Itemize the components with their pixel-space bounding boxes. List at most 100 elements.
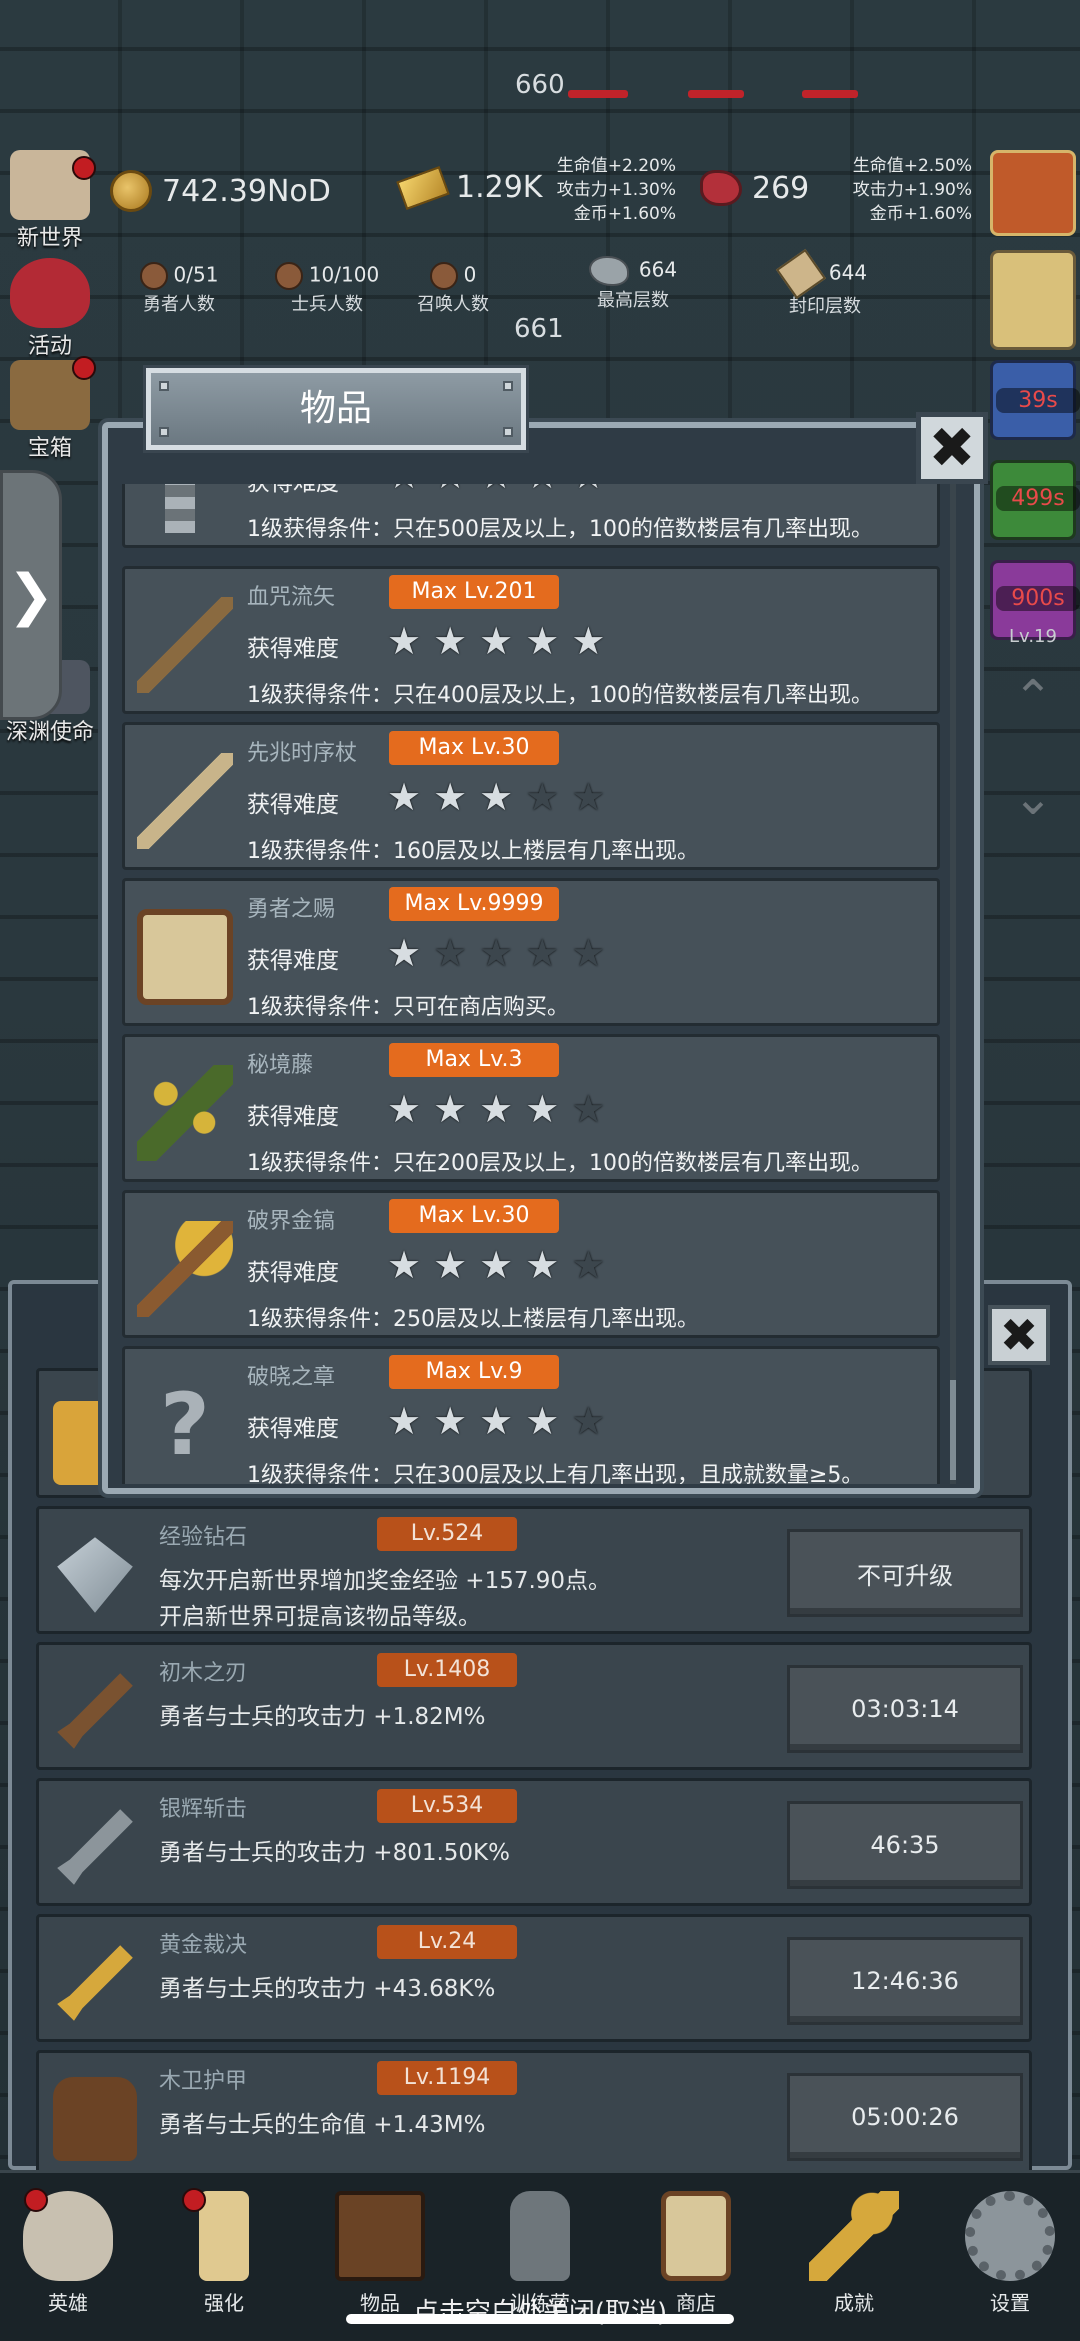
scroll-up-icon[interactable]: ⌃: [990, 670, 1076, 730]
diamond-icon: [57, 1537, 133, 1613]
bonus-coin: 金币+1.60%: [869, 204, 972, 224]
item-name: 血咒流矢: [247, 585, 336, 610]
meat-icon: [700, 170, 742, 206]
meat-value: 269: [752, 170, 810, 206]
upgrade-level-badge: Lv.1194: [377, 2061, 517, 2095]
upgrade-level-badge: Lv.1408: [377, 1653, 517, 1687]
game-screen: { "hud": { "boss_hp": "660", "currencies…: [0, 0, 1080, 2341]
upgrade-name: 初木之刃: [159, 1661, 248, 1686]
wood-sword-icon: [57, 1673, 133, 1749]
key-icon: [809, 2191, 899, 2281]
star-icon: ★: [479, 1399, 514, 1443]
upgrade-name: 银辉斩击: [159, 1797, 248, 1822]
star-icon: ★: [479, 931, 514, 975]
item-name: 破界金镐: [247, 1209, 336, 1234]
upgrade-panel-close-button[interactable]: ✖: [988, 1305, 1050, 1365]
buff-timer: 39s: [996, 388, 1080, 413]
item-max-level-badge: Max Lv.9: [389, 1355, 559, 1389]
rivet-icon: [503, 381, 513, 391]
item-max-level-badge: Max Lv.30: [389, 731, 559, 765]
upgrade-desc: 勇者与士兵的攻击力 +801.50K%: [159, 1840, 510, 1866]
star-icon: ★: [479, 775, 514, 819]
rivet-icon: [159, 427, 169, 437]
upgrade-name: 经验钻石: [159, 1525, 248, 1550]
upgrade-button[interactable]: 03:03:14: [787, 1665, 1023, 1753]
book-icon: [335, 2191, 425, 2281]
star-icon: ★: [571, 484, 605, 495]
difficulty-stars: ★★★★★: [387, 777, 605, 817]
item-card: 破界金镐 Max Lv.30 获得难度 ★ ★ ★ ★ ★ 1级获得条件：250层及以上…: [122, 1190, 940, 1338]
home-indicator[interactable]: [346, 2314, 734, 2324]
summon-count: 0 召唤人数: [417, 262, 489, 315]
items-list[interactable]: 获得难度 ★★★★★ 1级获得条件：只在500层及以上，100的倍数楼层有几率出…: [118, 484, 940, 1484]
hero-count: 0/51 勇者人数: [104, 262, 254, 316]
items-scrollbar-thumb[interactable]: [950, 1380, 956, 1480]
star-icon: ★: [387, 775, 422, 819]
wood-armor-icon: [53, 2077, 137, 2161]
difficulty-stars: ★★★★★: [387, 1089, 605, 1129]
items-modal-close-button[interactable]: ✖: [916, 412, 988, 484]
lantern-icon: [510, 2191, 570, 2281]
item-card: 秘境藤 Max Lv.3 获得难度 ★ ★ ★ ★ ★ 1级获得条件：只在200层及以上…: [122, 1034, 940, 1182]
gold-value: 1.29K: [456, 170, 543, 205]
upgrade-button[interactable]: 12:46:36: [787, 1937, 1023, 2025]
floor-number: 661: [514, 314, 564, 344]
bonus-hp: 生命值+2.20%: [556, 156, 676, 176]
upgrade-name: 黄金裁决: [159, 1933, 248, 1958]
close-icon: ✖: [999, 1308, 1039, 1362]
rivet-icon: [159, 381, 169, 391]
notification-dot: [72, 356, 96, 380]
upgrade-name: 木卫护甲: [159, 2069, 248, 2094]
upgrade-row: 初木之刃 Lv.1408 勇者与士兵的攻击力 +1.82M% 03:03:14: [36, 1642, 1032, 1770]
upgrade-row: 经验钻石 Lv.524 每次开启新世界增加奖金经验 +157.90点。 开启新世…: [36, 1506, 1032, 1634]
star-icon: ★: [525, 1243, 560, 1287]
star-icon: ★: [433, 484, 467, 495]
upgrade-level-badge: Lv.524: [377, 1517, 517, 1551]
notification-dot: [24, 2188, 48, 2212]
sealed-floor: 644 封印层数: [760, 248, 890, 318]
boss-hp-bar: [568, 90, 628, 98]
bonus-coin: 金币+1.60%: [573, 204, 676, 224]
currency-coins: 742.39NoD: [110, 170, 331, 212]
pumpkin-icon[interactable]: [990, 150, 1076, 236]
mug-icon: [661, 2191, 731, 2281]
scroll-down-icon[interactable]: ⌄: [990, 770, 1076, 830]
difficulty-stars: ★★★★★: [387, 484, 605, 495]
upgrade-desc: 勇者与士兵的攻击力 +43.68K%: [159, 1976, 496, 2002]
gold-sword-icon: [57, 1945, 133, 2021]
notification-dot: [72, 156, 96, 180]
bonus-left: 生命值+2.20% 攻击力+1.30% 金币+1.60%: [540, 154, 676, 226]
star-icon: ★: [433, 619, 468, 663]
side-drawer-toggle[interactable]: ❯: [0, 470, 62, 720]
star-icon: ★: [387, 1243, 422, 1287]
candle-icon: [199, 2191, 249, 2281]
upgrade-row: 黄金裁决 Lv.24 勇者与士兵的攻击力 +43.68K% 12:46:36: [36, 1914, 1032, 2042]
item-max-level-badge: Max Lv.9999: [389, 887, 559, 921]
bonus-right: 生命值+2.50% 攻击力+1.90% 金币+1.60%: [838, 154, 972, 226]
upgrade-button[interactable]: 05:00:26: [787, 2073, 1023, 2161]
items-scrollbar[interactable]: [950, 484, 956, 1484]
bonus-atk: 攻击力+1.30%: [556, 180, 676, 200]
silver-sword-icon: [57, 1809, 133, 1885]
star-icon: ★: [571, 1243, 606, 1287]
candle-icon[interactable]: [990, 250, 1076, 350]
upgrade-button[interactable]: 不可升级: [787, 1529, 1023, 1617]
star-icon: ★: [433, 1087, 468, 1131]
summon-avatar-icon: [429, 262, 458, 290]
buff-level: Lv.19: [1009, 626, 1057, 647]
chevron-right-icon: ❯: [7, 562, 55, 628]
star-icon: ★: [387, 1399, 422, 1443]
enemy-hp-bar: [802, 90, 858, 98]
item-name: 勇者之赐: [247, 897, 336, 922]
upgrade-button[interactable]: 46:35: [787, 1801, 1023, 1889]
item-name: 秘境藤: [247, 1053, 314, 1078]
item-card: 先兆时序杖 Max Lv.30 获得难度 ★ ★ ★ ★ ★ 1级获得条件：160层及以…: [122, 722, 940, 870]
star-icon: ★: [387, 931, 422, 975]
currency-gold: 1.29K: [396, 165, 543, 210]
star-icon: ★: [525, 1087, 560, 1131]
pickaxe-icon: [137, 1221, 233, 1317]
upgrade-level-badge: Lv.24: [377, 1925, 517, 1959]
question-mark-icon: ?: [160, 1375, 210, 1475]
vine-icon: [137, 1065, 233, 1161]
side-button-event[interactable]: 活动: [0, 258, 100, 360]
